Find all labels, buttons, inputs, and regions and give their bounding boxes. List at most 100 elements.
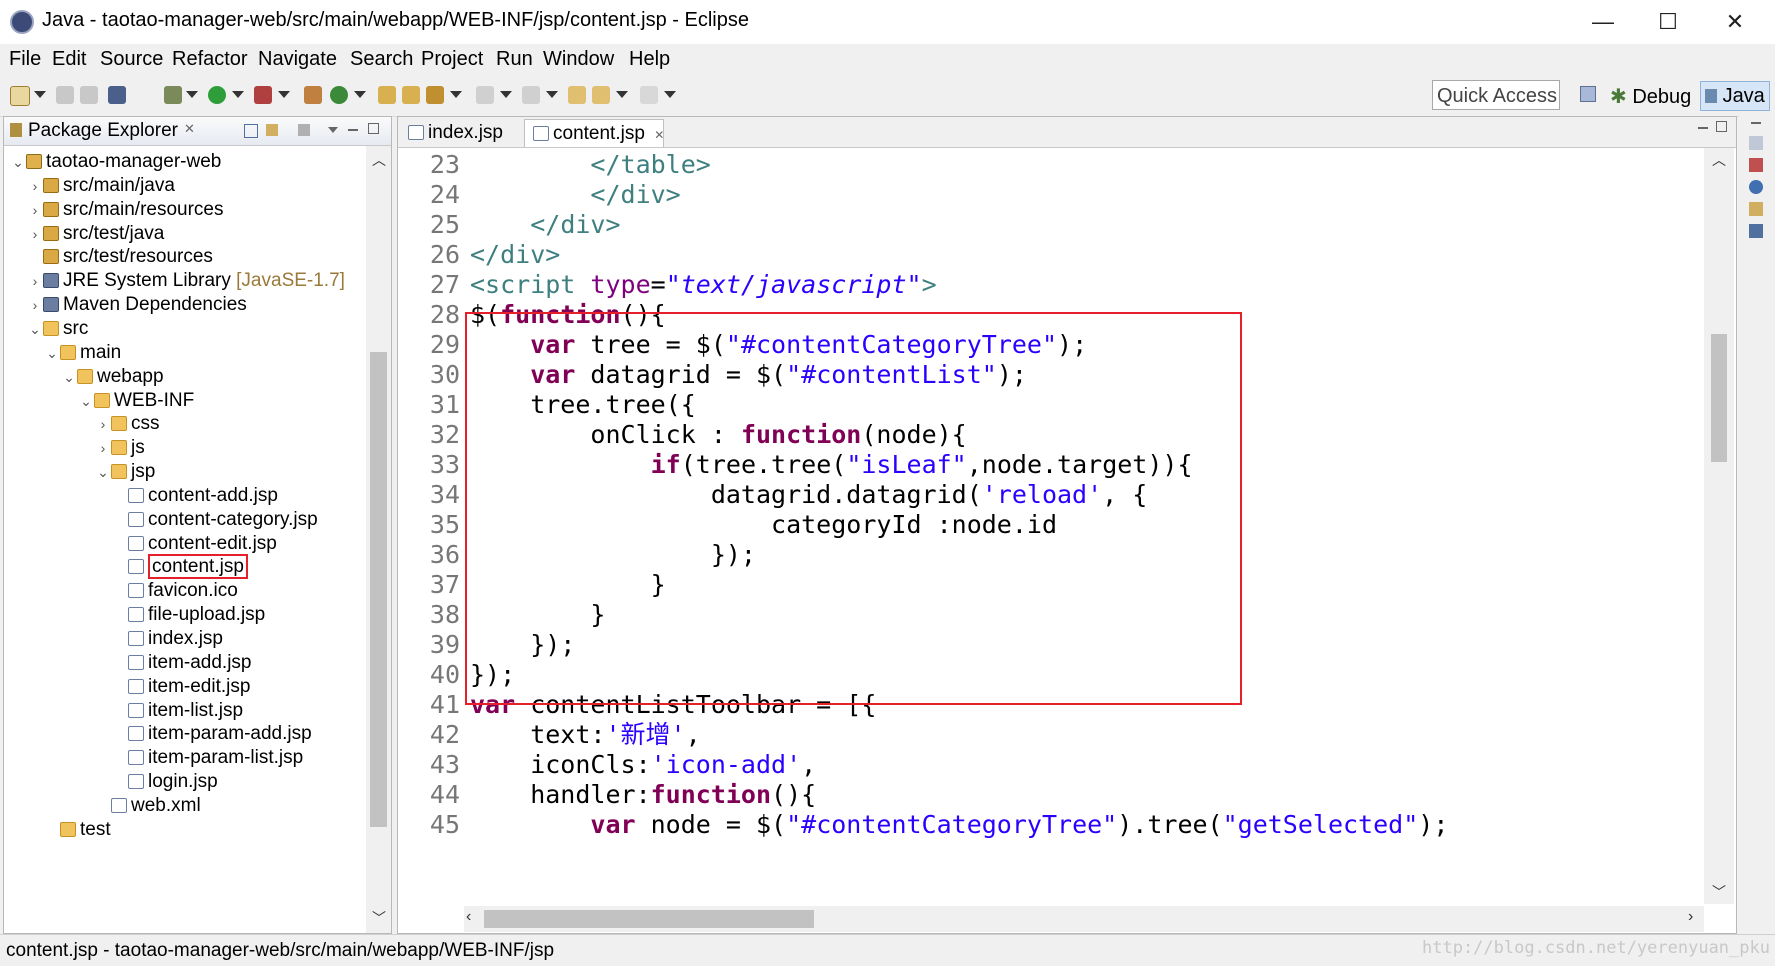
external-tools-icon[interactable] bbox=[254, 86, 272, 104]
maximize-view-icon[interactable] bbox=[368, 123, 379, 134]
code-line[interactable]: </div> bbox=[470, 178, 680, 212]
close-tab-icon[interactable]: ✕ bbox=[654, 128, 664, 142]
code-line[interactable]: iconCls:'icon-add', bbox=[470, 748, 816, 782]
problems-icon[interactable] bbox=[1749, 158, 1763, 172]
menu-search[interactable]: Search bbox=[350, 48, 413, 71]
scroll-left-icon[interactable]: ‹ bbox=[466, 908, 471, 926]
view-menu-icon[interactable] bbox=[328, 127, 338, 133]
quick-access-input[interactable]: Quick Access bbox=[1432, 80, 1560, 110]
menu-source[interactable]: Source bbox=[100, 48, 163, 71]
new-class-dropdown-icon[interactable] bbox=[354, 91, 366, 98]
minimize-trim-icon[interactable] bbox=[1751, 122, 1761, 124]
menu-refactor[interactable]: Refactor bbox=[172, 48, 248, 71]
scroll-down-icon[interactable]: ﹀ bbox=[1712, 882, 1726, 902]
perspective-java[interactable]: Java bbox=[1700, 81, 1770, 111]
run-icon[interactable] bbox=[208, 86, 226, 104]
scroll-up-icon[interactable]: ︿ bbox=[1712, 150, 1726, 170]
editor-horizontal-scrollbar[interactable]: ‹ › bbox=[464, 906, 1704, 932]
tree-item-label: src/test/java bbox=[63, 222, 165, 244]
focus-icon[interactable] bbox=[298, 124, 310, 136]
menu-edit[interactable]: Edit bbox=[52, 48, 86, 71]
tab-index-jsp[interactable]: index.jsp bbox=[400, 119, 522, 147]
code-line[interactable]: text:'新增', bbox=[470, 718, 700, 752]
external-tools-dropdown-icon[interactable] bbox=[278, 91, 290, 98]
new-dropdown-icon[interactable] bbox=[34, 91, 46, 98]
expand-twisty-icon[interactable]: ⌄ bbox=[95, 459, 111, 486]
expand-twisty-icon[interactable]: ⌄ bbox=[27, 316, 43, 343]
tree-item-label: Maven Dependencies bbox=[63, 294, 247, 316]
back-dropdown-icon[interactable] bbox=[616, 91, 628, 98]
debug-icon[interactable] bbox=[164, 86, 182, 104]
expand-twisty-icon[interactable]: ⌄ bbox=[61, 364, 77, 391]
code-line[interactable]: </table> bbox=[470, 148, 711, 182]
javadoc-icon[interactable] bbox=[1749, 180, 1763, 194]
forward-dropdown-icon[interactable] bbox=[664, 91, 676, 98]
open-type-icon[interactable] bbox=[378, 86, 396, 104]
new-icon[interactable] bbox=[10, 86, 30, 106]
prev-annotation-dropdown-icon[interactable] bbox=[546, 91, 558, 98]
debug-dropdown-icon[interactable] bbox=[186, 91, 198, 98]
scroll-down-icon[interactable]: ﹀ bbox=[372, 908, 386, 928]
minimize-view-icon[interactable] bbox=[348, 129, 358, 131]
explorer-scrollbar[interactable]: ︿ ﹀ bbox=[366, 146, 391, 933]
close-button[interactable]: ✕ bbox=[1712, 6, 1758, 38]
code-line[interactable]: </div> bbox=[470, 238, 560, 272]
editor-area: index.jsp content.jsp ✕ 23 24 25 26 27 28 29 30… bbox=[397, 116, 1737, 934]
code-line[interactable]: var node = $("#contentCategoryTree").tre… bbox=[470, 808, 1448, 842]
scroll-right-icon[interactable]: › bbox=[1688, 908, 1693, 926]
jsp-file-icon bbox=[128, 487, 144, 503]
next-annotation-icon[interactable] bbox=[476, 86, 494, 104]
perspective-debug[interactable]: ✱ Debug bbox=[1610, 84, 1691, 109]
menu-navigate[interactable]: Navigate bbox=[258, 48, 337, 71]
expand-twisty-icon[interactable]: ⌄ bbox=[44, 340, 60, 367]
expand-twisty-icon[interactable]: ⌄ bbox=[78, 388, 94, 415]
outline-icon[interactable] bbox=[1749, 136, 1763, 150]
declaration-icon[interactable] bbox=[1749, 202, 1763, 216]
forward-icon[interactable] bbox=[640, 86, 658, 104]
new-java-class-icon[interactable] bbox=[330, 86, 348, 104]
save-all-icon[interactable] bbox=[80, 86, 98, 104]
tree-item[interactable]: web.xml bbox=[95, 792, 201, 819]
code-token: </table> bbox=[590, 150, 711, 179]
menu-help[interactable]: Help bbox=[629, 48, 670, 71]
explorer-scroll-thumb[interactable] bbox=[370, 352, 387, 827]
link-with-editor-icon[interactable] bbox=[266, 124, 278, 136]
minimize-button[interactable]: — bbox=[1580, 6, 1626, 38]
new-java-project-icon[interactable] bbox=[304, 86, 322, 104]
code-token: handler: bbox=[470, 780, 651, 809]
save-icon[interactable] bbox=[56, 86, 74, 104]
next-annotation-dropdown-icon[interactable] bbox=[500, 91, 512, 98]
maximize-editor-icon[interactable] bbox=[1716, 121, 1727, 132]
jsp-file-icon bbox=[408, 125, 424, 140]
tree-item[interactable]: test bbox=[44, 816, 111, 843]
menu-file[interactable]: File bbox=[9, 48, 41, 71]
close-view-icon[interactable]: ✕ bbox=[184, 121, 195, 137]
prev-annotation-icon[interactable] bbox=[522, 86, 540, 104]
expand-twisty-icon[interactable]: ⌄ bbox=[10, 149, 26, 176]
menu-project[interactable]: Project bbox=[421, 48, 483, 71]
last-edit-icon[interactable] bbox=[568, 86, 586, 104]
run-dropdown-icon[interactable] bbox=[232, 91, 244, 98]
scroll-up-icon[interactable]: ︿ bbox=[372, 150, 386, 170]
code-line[interactable]: handler:function(){ bbox=[470, 778, 816, 812]
editor-horizontal-thumb[interactable] bbox=[484, 910, 814, 928]
tab-content-jsp[interactable]: content.jsp ✕ bbox=[524, 119, 664, 147]
open-task-icon[interactable] bbox=[402, 86, 420, 104]
editor-vertical-thumb[interactable] bbox=[1711, 334, 1727, 462]
console-icon[interactable] bbox=[1749, 224, 1763, 238]
menu-run[interactable]: Run bbox=[496, 48, 533, 71]
open-perspective-icon[interactable] bbox=[1580, 86, 1596, 102]
editor-vertical-scrollbar[interactable]: ︿ ﹀ bbox=[1704, 148, 1734, 904]
search-dropdown-icon[interactable] bbox=[450, 91, 462, 98]
terminal-icon[interactable] bbox=[108, 86, 126, 104]
minimize-editor-icon[interactable] bbox=[1698, 127, 1708, 129]
collapse-all-icon[interactable] bbox=[244, 124, 258, 138]
tree-item-label: main bbox=[80, 341, 122, 363]
maximize-button[interactable]: ☐ bbox=[1645, 6, 1691, 38]
back-icon[interactable] bbox=[592, 86, 610, 104]
code-line[interactable]: <script type="text/javascript"> bbox=[470, 268, 937, 302]
code-line[interactable]: </div> bbox=[470, 208, 620, 242]
search-icon[interactable] bbox=[426, 86, 444, 104]
menu-window[interactable]: Window bbox=[543, 48, 614, 71]
